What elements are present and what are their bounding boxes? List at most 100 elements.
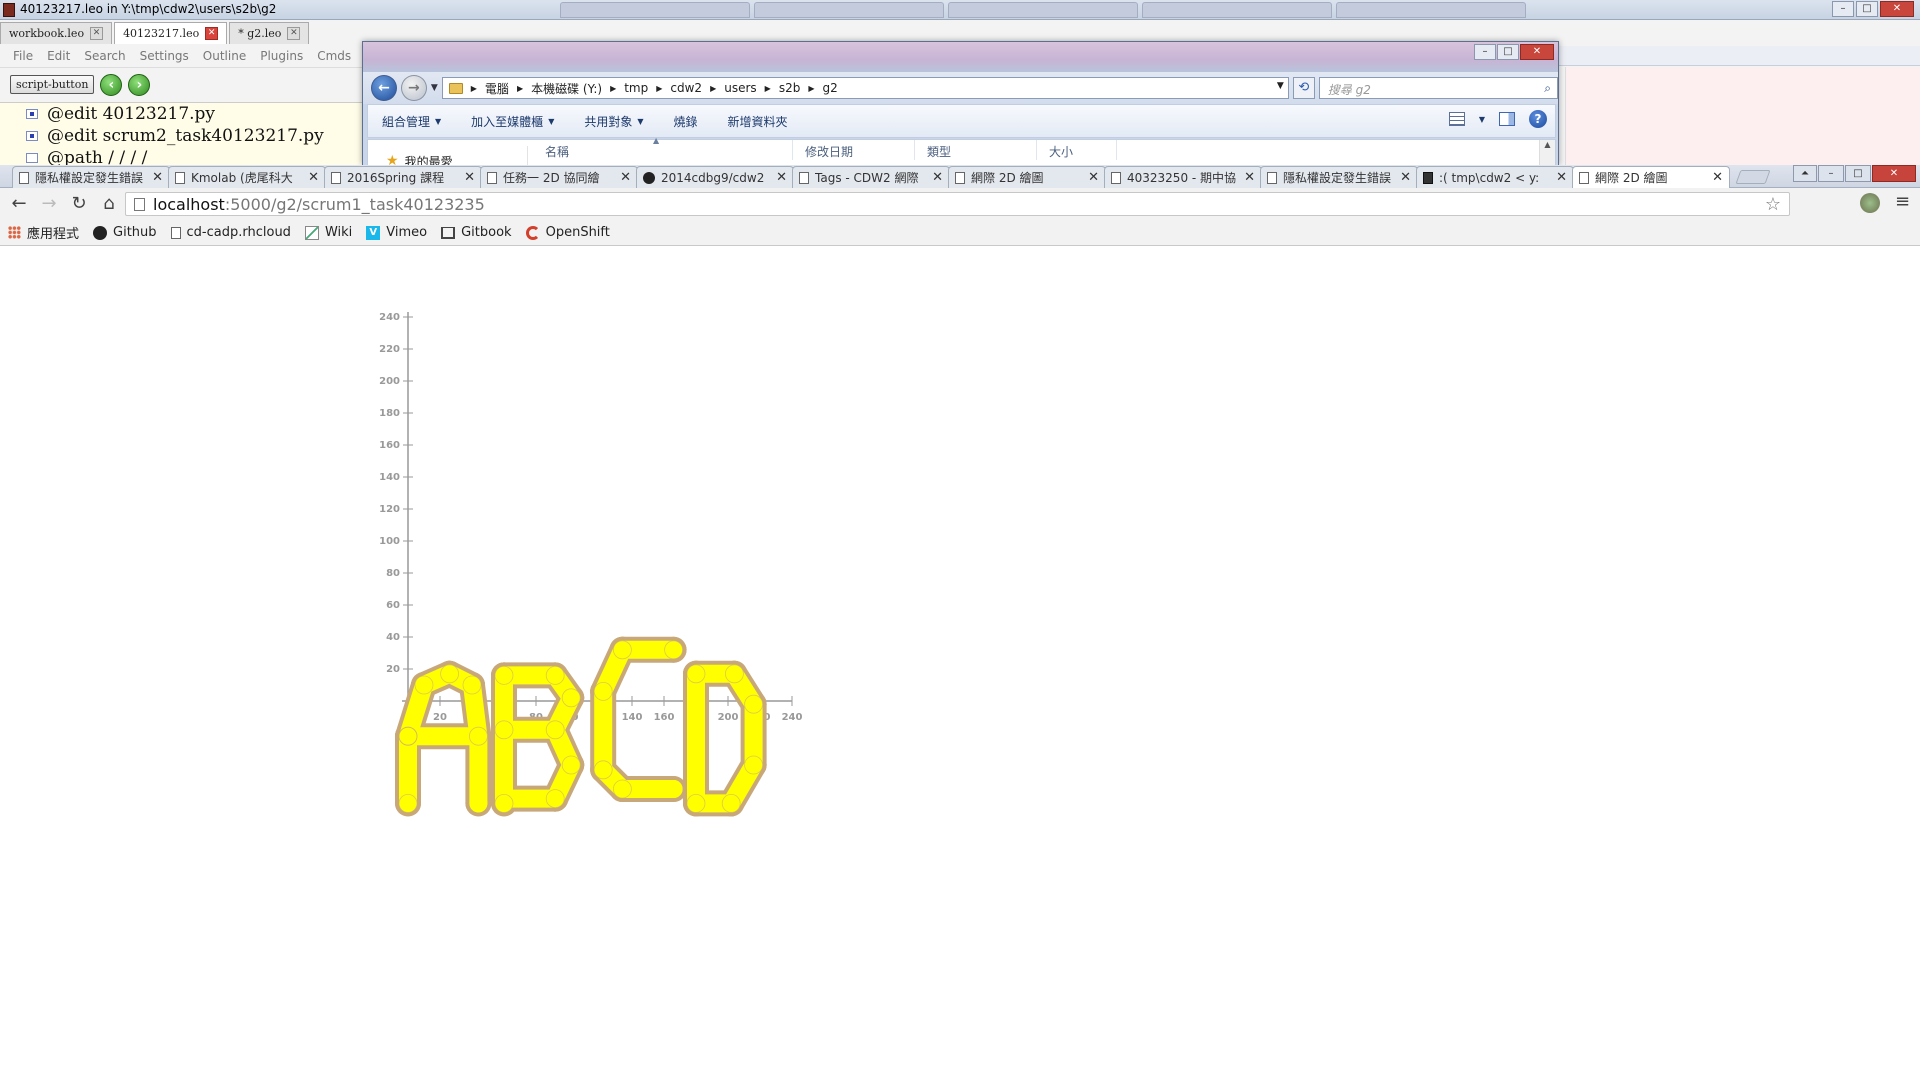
home-icon[interactable]: ⌂: [98, 193, 120, 215]
forward-arrow-icon[interactable]: ›: [128, 73, 151, 96]
browser-tab-active[interactable]: 網際 2D 繪圖 ✕: [1572, 166, 1730, 188]
back-arrow-icon[interactable]: ←: [8, 193, 30, 215]
minimize-button[interactable]: –: [1818, 165, 1844, 182]
column-header-date[interactable]: 修改日期: [793, 140, 915, 160]
chevron-right-icon[interactable]: ▶: [610, 84, 616, 93]
close-icon[interactable]: ✕: [464, 170, 475, 185]
outline-node[interactable]: @path / / / /: [0, 147, 365, 165]
bookmark-openshift[interactable]: OpenShift: [525, 225, 610, 240]
burn-button[interactable]: 燒錄: [674, 113, 698, 130]
browser-tab[interactable]: 網際 2D 繪圖 ✕: [948, 166, 1106, 188]
browser-tab[interactable]: 2016Spring 課程 ✕: [324, 166, 482, 188]
new-tab-button[interactable]: [1735, 170, 1771, 184]
browser-tab[interactable]: Tags - CDW2 網際 ✕: [792, 166, 950, 188]
browser-tab[interactable]: 40323250 - 期中協 ✕: [1104, 166, 1262, 188]
file-tab-40123217[interactable]: 40123217.leo ✕: [114, 22, 228, 44]
menu-plugins[interactable]: Plugins: [253, 46, 310, 66]
bookmark-cd-cadp[interactable]: cd-cadp.rhcloud: [170, 225, 291, 240]
reload-icon[interactable]: ↻: [68, 193, 90, 215]
explorer-search-input[interactable]: 搜尋 g2 ⌕: [1318, 77, 1558, 99]
browser-tab[interactable]: :( tmp\cdw2 < y: ✕: [1416, 166, 1574, 188]
chevron-down-icon[interactable]: ▼: [1277, 81, 1284, 91]
help-icon[interactable]: ?: [1529, 110, 1547, 128]
forward-arrow-icon[interactable]: →: [400, 75, 427, 101]
chevron-down-icon[interactable]: ▼: [1479, 115, 1485, 124]
browser-tab[interactable]: 任務一 2D 協同繪 ✕: [480, 166, 638, 188]
menu-icon[interactable]: ≡: [1895, 191, 1910, 212]
preview-pane-icon[interactable]: [1499, 112, 1515, 126]
close-button[interactable]: ✕: [1872, 165, 1916, 182]
chevron-right-icon[interactable]: ▶: [517, 84, 523, 93]
forward-arrow-icon[interactable]: →: [38, 193, 60, 215]
extension-icon[interactable]: [1860, 193, 1880, 213]
breadcrumb-item[interactable]: s2b: [779, 81, 801, 95]
maximize-button[interactable]: □: [1497, 44, 1519, 60]
close-icon[interactable]: ✕: [1400, 170, 1411, 185]
close-icon[interactable]: ✕: [1712, 170, 1723, 185]
bookmark-gitbook[interactable]: Gitbook: [441, 225, 512, 240]
menu-edit[interactable]: Edit: [40, 46, 77, 66]
minimize-button[interactable]: –: [1474, 44, 1496, 60]
background-tab[interactable]: [1336, 2, 1526, 18]
bookmark-star-icon[interactable]: ☆: [1765, 194, 1781, 215]
column-header-name[interactable]: ▲ 名稱: [533, 136, 793, 160]
breadcrumb-item[interactable]: g2: [822, 81, 837, 95]
column-header-size[interactable]: 大小: [1037, 140, 1117, 160]
bookmark-github[interactable]: Github: [93, 225, 157, 240]
background-tab[interactable]: [560, 2, 750, 18]
minimize-button[interactable]: –: [1832, 1, 1854, 17]
organize-button[interactable]: 組合管理 ▼: [382, 113, 441, 130]
address-bar[interactable]: localhost:5000/g2/scrum1_task40123235 ☆: [125, 192, 1790, 216]
maximize-button[interactable]: □: [1856, 1, 1878, 17]
share-with-button[interactable]: 共用對象 ▼: [584, 113, 643, 130]
close-icon[interactable]: ✕: [776, 170, 787, 185]
menu-file[interactable]: File: [6, 46, 40, 66]
maximize-button[interactable]: □: [1845, 165, 1871, 182]
leo-body-pane[interactable]: [1565, 67, 1920, 165]
bookmark-wiki[interactable]: Wiki: [304, 225, 352, 240]
browser-tab[interactable]: Kmolab (虎尾科大 ✕: [168, 166, 326, 188]
background-tab[interactable]: [754, 2, 944, 18]
close-icon[interactable]: ✕: [90, 27, 104, 40]
menu-cmds[interactable]: Cmds: [310, 46, 358, 66]
browser-tab[interactable]: 隱私權設定發生錯誤 ✕: [12, 166, 170, 188]
background-tab[interactable]: [948, 2, 1138, 18]
back-arrow-icon[interactable]: ‹: [100, 73, 123, 96]
menu-settings[interactable]: Settings: [133, 46, 196, 66]
search-icon[interactable]: ⌕: [1544, 81, 1551, 96]
breadcrumb-item[interactable]: 電腦: [485, 80, 509, 97]
vertical-scrollbar[interactable]: ▲: [1539, 140, 1555, 165]
close-icon[interactable]: ✕: [932, 170, 943, 185]
chevron-right-icon[interactable]: ▶: [710, 84, 716, 93]
close-icon[interactable]: ✕: [205, 27, 219, 40]
chevron-right-icon[interactable]: ▶: [471, 84, 477, 93]
bookmark-apps[interactable]: 應用程式: [8, 223, 79, 242]
menu-search[interactable]: Search: [77, 46, 132, 66]
explorer-address-bar[interactable]: ▶ 電腦 ▶ 本機磁碟 (Y:) ▶ tmp ▶ cdw2 ▶ users ▶ …: [441, 77, 1289, 99]
column-header-type[interactable]: 類型: [915, 140, 1037, 160]
chevron-right-icon[interactable]: ▶: [656, 84, 662, 93]
close-icon[interactable]: ✕: [620, 170, 631, 185]
chevron-right-icon[interactable]: ▶: [808, 84, 814, 93]
bookmark-vimeo[interactable]: V Vimeo: [366, 225, 427, 240]
close-button[interactable]: ✕: [1520, 44, 1554, 60]
close-icon[interactable]: ✕: [152, 170, 163, 185]
include-in-library-button[interactable]: 加入至媒體櫃 ▼: [471, 113, 554, 130]
breadcrumb-item[interactable]: users: [724, 81, 756, 95]
browser-tab[interactable]: 2014cdbg9/cdw2 ✕: [636, 166, 794, 188]
browser-tab[interactable]: 隱私權設定發生錯誤 ✕: [1260, 166, 1418, 188]
background-tab[interactable]: [1142, 2, 1332, 18]
view-list-icon[interactable]: [1448, 112, 1465, 126]
user-icon[interactable]: ⏶: [1793, 165, 1817, 182]
chevron-right-icon[interactable]: ▶: [765, 84, 771, 93]
close-icon[interactable]: ✕: [1088, 170, 1099, 185]
recent-pages-dropdown-icon[interactable]: ▼: [431, 83, 438, 93]
menu-outline[interactable]: Outline: [196, 46, 253, 66]
close-icon[interactable]: ✕: [1556, 170, 1567, 185]
file-tab-g2[interactable]: * g2.leo ✕: [229, 22, 310, 44]
close-icon[interactable]: ✕: [1244, 170, 1255, 185]
close-icon[interactable]: ✕: [287, 27, 301, 40]
breadcrumb-item[interactable]: cdw2: [670, 81, 702, 95]
outline-node[interactable]: @edit scrum2_task40123217.py: [0, 125, 365, 147]
outline-node[interactable]: @edit 40123217.py: [0, 103, 365, 125]
